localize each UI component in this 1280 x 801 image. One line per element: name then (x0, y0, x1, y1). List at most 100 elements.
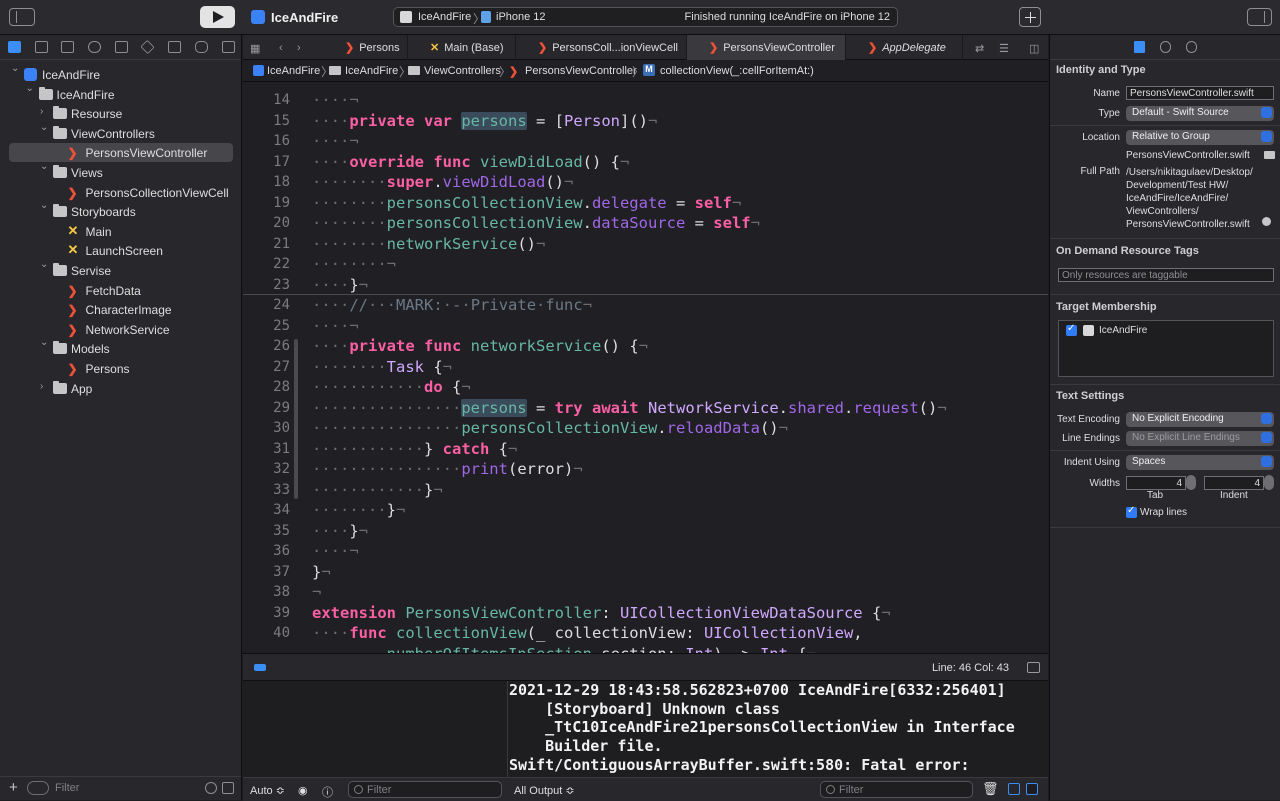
variables-view[interactable] (243, 681, 508, 777)
warning-icon[interactable] (115, 41, 128, 53)
indent-using-popup[interactable]: Spaces (1126, 455, 1274, 470)
code-line[interactable]: ················personsCollectionView.re… (312, 419, 788, 437)
file-inspector-icon[interactable] (1134, 41, 1145, 53)
navigator-item[interactable]: ❯ NetworkService (0, 320, 241, 339)
editor-tab[interactable]: ❯ PersonsViewController (687, 35, 846, 60)
navigator-item[interactable]: ✕ LaunchScreen (0, 241, 241, 260)
code-area[interactable]: 14 ····¬ 15 ····private var persons = [Pers… (243, 83, 1048, 653)
code-line[interactable]: ····¬ (312, 542, 359, 560)
destination-selector[interactable]: iPhone 12 (496, 11, 546, 23)
reveal-in-finder-icon[interactable] (1262, 217, 1271, 226)
jump-bar-symbol[interactable]: collectionView(_:cellForItemAt:) (660, 65, 814, 77)
grid-icon[interactable]: ▦ (250, 42, 260, 55)
show-debug-area-icon[interactable] (1027, 662, 1040, 673)
navigator-filter[interactable]: Filter (27, 781, 234, 797)
breakpoints-toggle-icon[interactable] (254, 664, 266, 671)
chevron-down-icon[interactable]: ⌄ (40, 122, 48, 133)
navigator-item[interactable]: ❯ FetchData (0, 281, 241, 300)
code-line[interactable]: ········personsCollectionView.dataSource… (312, 214, 760, 232)
navigator-item[interactable]: ⌄ Models (0, 337, 241, 358)
search-icon[interactable] (88, 41, 101, 53)
code-line[interactable]: ········networkService()¬ (312, 235, 545, 253)
navigator-item[interactable]: ⌄ Views (0, 161, 241, 182)
symbol-icon[interactable] (61, 41, 74, 53)
code-line[interactable]: ····¬ (312, 132, 359, 150)
console-filter-input[interactable]: Filter (839, 784, 863, 796)
inspector-toggle-icon[interactable] (1247, 8, 1272, 26)
quick-help-icon[interactable] (1186, 41, 1197, 53)
code-line[interactable]: ········Task {¬ (312, 358, 452, 376)
code-line[interactable]: ········super.viewDidLoad()¬ (312, 173, 573, 191)
code-line[interactable]: ················persons = try await Netw… (312, 398, 947, 417)
code-line[interactable]: ················print(error)¬ (312, 460, 583, 478)
jump-bar-file[interactable]: PersonsViewController (525, 65, 637, 77)
editor-tab[interactable]: ✕ Main (Base) (408, 35, 516, 60)
split-editor-icon[interactable]: ◫ (1029, 42, 1039, 55)
encoding-popup[interactable]: No Explicit Encoding (1126, 412, 1274, 427)
eye-icon[interactable]: ◉ (298, 784, 308, 797)
run-button[interactable] (200, 6, 235, 28)
variables-filter[interactable]: Filter (348, 781, 502, 798)
variables-filter-input[interactable]: Filter (367, 784, 391, 796)
location-popup[interactable]: Relative to Group (1126, 130, 1274, 145)
navigator-item[interactable]: ❯ PersonsViewController (9, 143, 233, 163)
code-line[interactable]: ····private func networkService() {¬ (312, 337, 648, 355)
output-popup[interactable]: All Output ≎ (514, 784, 575, 797)
report-icon[interactable] (222, 41, 235, 53)
target-checkbox[interactable] (1066, 323, 1077, 336)
source-control-icon[interactable] (35, 41, 48, 53)
navigator-item[interactable]: ⌄ IceAndFire (0, 63, 241, 84)
navigator-item[interactable]: ❯ CharacterImage (0, 300, 241, 319)
indent-width-field[interactable]: 4 (1204, 476, 1264, 490)
navigator-item[interactable]: › App (0, 379, 241, 398)
navigator-item[interactable]: ⌄ ViewControllers (0, 122, 241, 143)
code-line[interactable]: numberOfItemsInSection section: Int) -> … (312, 645, 816, 654)
console-pane-icon[interactable] (1026, 783, 1038, 795)
folder-icon[interactable] (1264, 151, 1275, 159)
back-arrow-icon[interactable]: ‹ (279, 42, 283, 54)
chevron-down-icon[interactable]: ⌄ (40, 161, 48, 172)
code-line[interactable]: ····override func viewDidLoad() {¬ (312, 153, 629, 171)
code-line[interactable]: ············}¬ (312, 481, 443, 499)
chevron-down-icon[interactable]: ⌄ (26, 83, 34, 94)
chevron-down-icon[interactable]: ⌄ (40, 200, 48, 211)
code-line[interactable]: ········}¬ (312, 501, 405, 519)
code-line[interactable]: ····func collectionView(_ collectionView… (312, 624, 863, 642)
jump-bar-folder[interactable]: ViewControllers (424, 65, 501, 77)
source-control-filter-icon[interactable] (222, 782, 234, 794)
navigator-item[interactable]: ⌄ Servise (0, 259, 241, 280)
navigator-item[interactable]: ⌄ IceAndFire (0, 83, 241, 104)
code-line[interactable]: ········personsCollectionView.delegate =… (312, 194, 741, 212)
tab-width-stepper[interactable] (1186, 475, 1196, 490)
chevron-right-icon[interactable]: › (40, 106, 43, 117)
activity-viewer[interactable]: IceAndFire 〉 iPhone 12 Finished running … (393, 7, 898, 27)
library-add-button[interactable] (1019, 7, 1041, 27)
line-endings-popup[interactable]: No Explicit Line Endings (1126, 431, 1274, 446)
info-icon[interactable]: ⓘ (322, 784, 333, 800)
variables-pane-icon[interactable] (1008, 783, 1020, 795)
name-field[interactable]: PersonsViewController.swift (1126, 86, 1274, 100)
navigator-item[interactable]: › Resourse (0, 104, 241, 123)
code-line[interactable]: ····//···MARK:·-·Private·func¬ (312, 296, 592, 314)
scheme-selector[interactable]: IceAndFire (418, 11, 471, 23)
editor-tab[interactable]: ❯ PersonsColl...ionViewCell (516, 35, 687, 60)
code-line[interactable]: ····private var persons = [Person]()¬ (312, 111, 657, 130)
code-line[interactable]: ····}¬ (312, 522, 368, 540)
chevron-down-icon[interactable]: ⌄ (11, 63, 19, 74)
filter-input[interactable]: Filter (55, 782, 79, 794)
type-popup[interactable]: Default - Swift Source (1126, 106, 1274, 121)
code-line[interactable]: ····¬ (312, 317, 359, 335)
code-line[interactable]: extension PersonsViewController: UIColle… (312, 604, 891, 622)
wrap-lines-checkbox[interactable] (1126, 505, 1137, 518)
jump-bar-group[interactable]: IceAndFire (345, 65, 398, 77)
odr-tags-field[interactable]: Only resources are taggable (1058, 268, 1274, 282)
navigator-item[interactable]: ❯ Persons (0, 359, 241, 378)
code-line[interactable]: ¬ (312, 583, 321, 601)
trash-icon[interactable]: 🗑 (982, 781, 999, 797)
code-line[interactable]: ········¬ (312, 255, 396, 273)
add-file-button[interactable]: + (9, 779, 18, 796)
recent-files-icon[interactable] (205, 782, 217, 794)
debug-icon[interactable] (168, 41, 181, 53)
editor-tab[interactable]: ❯ Persons (323, 35, 408, 60)
jump-bar-project[interactable]: IceAndFire (267, 65, 320, 77)
